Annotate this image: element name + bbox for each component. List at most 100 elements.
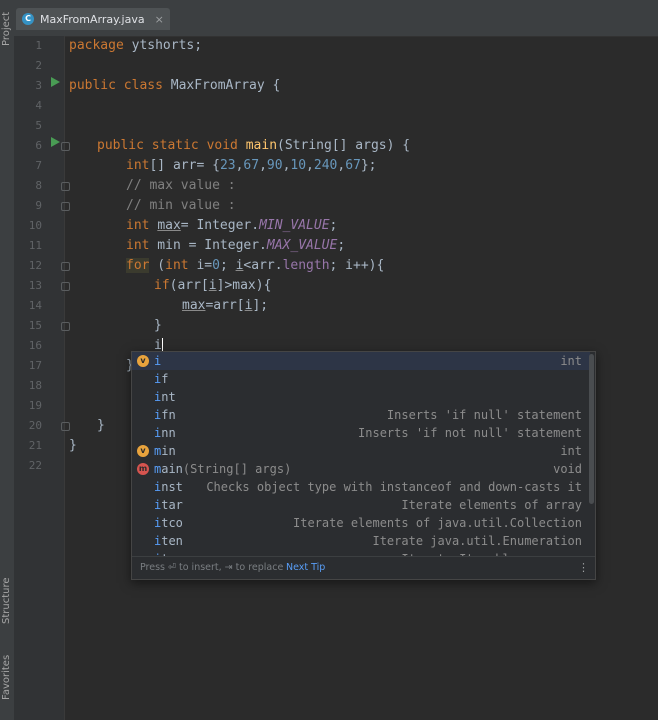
number: 10: [290, 158, 307, 173]
keyword: int: [126, 158, 150, 173]
variable-icon: v: [137, 355, 149, 367]
fold-icon[interactable]: [61, 262, 70, 271]
method-icon: m: [137, 463, 149, 475]
number: 67: [345, 158, 361, 173]
line-number: 21: [28, 439, 42, 452]
keyword: int: [126, 238, 150, 253]
editor-gutter: 1 2 3 4 5 6 7 8 9 10 11 12 13 14 15 16 1…: [14, 36, 70, 720]
code-line-6: public static void main(String[] args) {: [97, 136, 410, 156]
line-number: 2: [35, 59, 42, 72]
completion-rest: ain: [161, 462, 183, 476]
code-text: ;: [219, 258, 236, 273]
line-number: 10: [28, 219, 42, 232]
line-number: 6: [35, 139, 42, 152]
completion-match: i: [154, 354, 162, 368]
completion-item[interactable]: itar Iterate elements of array: [132, 496, 590, 514]
code-text: min = Integer.: [149, 238, 267, 253]
keyword: for: [126, 258, 150, 273]
line-number: 16: [28, 339, 42, 352]
completion-item[interactable]: inst Checks object type with instanceof a…: [132, 478, 590, 496]
close-tab-icon[interactable]: ×: [155, 13, 164, 26]
line-number: 5: [35, 119, 42, 132]
constant: MAX_VALUE: [266, 238, 338, 253]
completion-rest: nt: [161, 390, 176, 404]
next-tip-link[interactable]: Next Tip: [286, 557, 325, 579]
run-class-icon[interactable]: [51, 77, 60, 87]
code-text: ,: [337, 158, 346, 173]
fold-icon[interactable]: [61, 142, 70, 151]
completion-params: (String[] args): [182, 462, 292, 476]
fold-icon[interactable]: [61, 422, 70, 431]
number: 23: [219, 158, 236, 173]
completion-item[interactable]: ifn Inserts 'if null' statement: [132, 406, 590, 424]
line-number: 1: [35, 39, 42, 52]
completion-item[interactable]: inn Inserts 'if not null' statement: [132, 424, 590, 442]
line-number: 19: [28, 399, 42, 412]
keyword: package: [69, 38, 124, 53]
project-tool-label: Project: [1, 11, 12, 46]
left-tool-strip: Project Structure Favorites: [0, 0, 15, 720]
completion-scrollbar[interactable]: [589, 354, 594, 504]
fold-icon[interactable]: [61, 202, 70, 211]
completion-hint: Press ⏎ to insert, ⇥ to replace: [140, 562, 284, 573]
number: 0: [212, 258, 220, 273]
code-text: <arr.: [243, 258, 283, 273]
code-text: i=: [188, 258, 213, 273]
completion-item-name: inst: [154, 478, 183, 496]
code-text: ]>max){: [216, 278, 272, 293]
code-line-15: }: [154, 318, 162, 333]
line-number: 9: [35, 199, 42, 212]
completion-item-name: i: [154, 352, 161, 370]
keyword: public static void: [97, 138, 238, 153]
completion-item[interactable]: itco Iterate elements of java.util.Collec…: [132, 514, 590, 532]
completion-item[interactable]: v i int: [132, 352, 590, 370]
completion-detail: Inserts 'if null' statement: [386, 408, 582, 422]
completion-item[interactable]: v min int: [132, 442, 590, 460]
code-line-8: // max value :: [126, 178, 236, 193]
code-text: };: [360, 158, 377, 173]
completion-item-name: itar: [154, 496, 183, 514]
run-main-icon[interactable]: [51, 137, 60, 147]
fold-icon[interactable]: [61, 282, 70, 291]
completion-rest: f: [161, 372, 169, 386]
completion-item-name: iten: [154, 532, 183, 550]
completion-footer: Press ⏎ to insert, ⇥ to replace Next Tip…: [132, 556, 595, 579]
editor-tab[interactable]: C MaxFromArray.java ×: [16, 8, 170, 30]
line-number: 15: [28, 319, 42, 332]
keyword: public class: [69, 78, 163, 93]
code-text: ];: [252, 298, 269, 313]
completion-rest: tar: [161, 498, 183, 512]
line-number: 7: [35, 159, 42, 172]
completion-item[interactable]: if: [132, 370, 590, 388]
completion-menu-icon[interactable]: ⋮: [578, 557, 589, 579]
completion-rest: in: [161, 444, 176, 458]
method-name: main: [237, 138, 278, 153]
completion-detail: Checks object type with instanceof and d…: [206, 480, 582, 494]
code-text: MaxFromArray {: [162, 78, 281, 93]
code-text: ytshorts;: [123, 38, 203, 53]
favorites-tool-label: Favorites: [1, 654, 12, 700]
code-line-1: package ytshorts;: [69, 36, 202, 56]
code-text: [] arr= {: [149, 158, 220, 173]
number: 67: [243, 158, 260, 173]
completion-rest: nn: [161, 426, 176, 440]
line-number: 22: [28, 459, 42, 472]
variable-icon: v: [137, 445, 149, 457]
completion-item[interactable]: iten Iterate java.util.Enumeration: [132, 532, 590, 550]
completion-detail: Iterate elements of array: [401, 498, 582, 512]
completion-rest: fn: [161, 408, 176, 422]
java-class-icon: C: [22, 13, 34, 25]
constant: MIN_VALUE: [259, 218, 330, 233]
code-text: = Integer.: [180, 218, 260, 233]
fold-icon[interactable]: [61, 322, 70, 331]
fold-icon[interactable]: [61, 182, 70, 191]
keyword: if: [154, 278, 170, 293]
completion-item[interactable]: m main(String[] args) void: [132, 460, 590, 478]
code-text: ,: [306, 158, 314, 173]
line-number: 12: [28, 259, 42, 272]
number: 240: [313, 158, 338, 173]
completion-detail: void: [553, 462, 582, 476]
completion-detail: Iterate java.util.Enumeration: [372, 534, 582, 548]
completion-rest: nst: [161, 480, 183, 494]
completion-item[interactable]: int: [132, 388, 590, 406]
